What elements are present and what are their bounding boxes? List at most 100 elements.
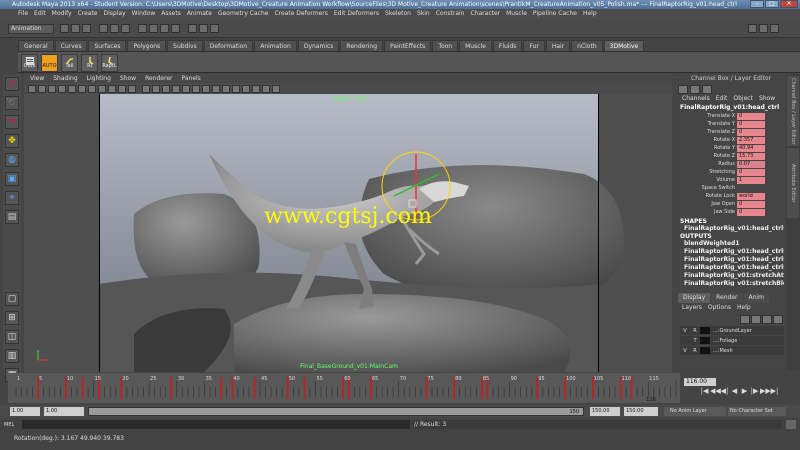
step-back-frame-icon[interactable]: ◀| <box>720 387 729 396</box>
new-layer-from-selection-icon[interactable] <box>773 315 783 324</box>
shape-node[interactable]: FinalRaptorRig_v01:head_ctrlS... <box>684 225 784 233</box>
shelf-button-auto[interactable]: AUTO <box>41 54 58 72</box>
shelf-tab-subdivs[interactable]: Subdivs <box>167 40 203 51</box>
select-tool-icon[interactable]: ➚ <box>5 77 19 91</box>
grid-toggle-icon[interactable] <box>68 84 76 93</box>
field-chart-icon[interactable] <box>108 84 116 93</box>
shelf-tab-3dmotive[interactable]: 3DMotive <box>603 40 645 51</box>
tab-anim[interactable]: Anim <box>743 293 769 303</box>
shelf-tab-polygons[interactable]: Polygons <box>127 40 167 51</box>
channel-row[interactable]: Rotate X 2.357 <box>680 137 784 145</box>
shelf-tab-fluids[interactable]: Fluids <box>492 40 523 51</box>
motion-blur-icon[interactable] <box>252 84 260 93</box>
step-forward-frame-icon[interactable]: |▶ <box>750 387 759 396</box>
shelf-tab-toon[interactable]: Toon <box>432 40 459 51</box>
layer-menu-help[interactable]: Help <box>737 304 751 312</box>
layer-display-type[interactable]: R <box>690 328 700 334</box>
shelf-tab-surfaces[interactable]: Surfaces <box>88 40 127 51</box>
viewport-menu-lighting[interactable]: Lighting <box>87 74 111 83</box>
select-component-icon[interactable] <box>121 24 130 33</box>
snap-curve-icon[interactable] <box>149 24 158 33</box>
channel-box-toggle-icon[interactable] <box>770 24 779 33</box>
layer-visibility[interactable]: V <box>680 328 690 334</box>
shelf-button-raptl[interactable]: RaptL <box>101 54 118 72</box>
shelf-tab-muscle[interactable]: Muscle <box>459 40 492 51</box>
new-empty-layer-icon[interactable] <box>762 315 772 324</box>
go-to-end-icon[interactable]: ▶| <box>770 387 779 396</box>
render-settings-icon[interactable] <box>210 24 219 33</box>
channel-value[interactable]: world <box>737 193 765 200</box>
textured-icon[interactable] <box>182 84 190 93</box>
menu-character[interactable]: Character <box>471 9 501 19</box>
shelf-tab-hair[interactable]: Hair <box>545 40 571 51</box>
ssao-icon[interactable] <box>242 84 250 93</box>
viewport-menu-show[interactable]: Show <box>120 74 136 83</box>
shelf-button-rl[interactable]: Rl <box>81 54 98 72</box>
camera-attributes-icon[interactable] <box>38 84 46 93</box>
shelf-tab-curves[interactable]: Curves <box>54 40 88 51</box>
cb-menu-object[interactable]: Object <box>733 94 753 103</box>
menu-set-dropdown[interactable]: Animation <box>8 24 54 34</box>
menu-skeleton[interactable]: Skeleton <box>385 9 411 19</box>
camera-select-icon[interactable] <box>28 84 36 93</box>
manipulator-tool-icon[interactable]: ⌖ <box>5 191 19 205</box>
shadows-icon[interactable] <box>202 84 210 93</box>
wireframe-on-shaded-icon[interactable] <box>172 84 180 93</box>
side-tab-channel-box[interactable]: Channel Box / Layer Editor <box>787 76 799 146</box>
current-time-field[interactable]: 116.00 <box>684 378 716 386</box>
lasso-tool-icon[interactable]: ➰ <box>5 96 19 110</box>
gate-mask-icon[interactable] <box>98 84 106 93</box>
channel-value[interactable]: 0 <box>737 209 765 216</box>
cb-menu-edit[interactable]: Edit <box>716 94 728 103</box>
render-icon[interactable] <box>188 24 197 33</box>
channel-value[interactable]: 2.357 <box>737 137 765 144</box>
layer-row[interactable]: V R ...:GroundLayer <box>680 326 784 335</box>
save-scene-icon[interactable] <box>82 24 91 33</box>
menu-help[interactable]: Help <box>583 9 597 19</box>
channel-value[interactable]: 0 <box>737 129 765 136</box>
layer-display-type[interactable]: R <box>690 348 700 354</box>
bookmarks-icon[interactable] <box>48 84 56 93</box>
rotate-tool-icon[interactable]: ◍ <box>5 153 19 167</box>
channel-row[interactable]: Jaw Side 0 <box>680 209 784 217</box>
shelf-tab-animation[interactable]: Animation <box>254 40 297 51</box>
menu-create[interactable]: Create <box>78 9 98 19</box>
animation-start-field[interactable]: 1.00 <box>10 407 40 416</box>
channel-value[interactable]: 0 <box>737 113 765 120</box>
menu-file[interactable]: File <box>18 9 28 19</box>
layer-menu-options[interactable]: Options <box>708 304 731 312</box>
menu-constrain[interactable]: Constrain <box>436 9 465 19</box>
channel-value[interactable]: 0 <box>737 121 765 128</box>
film-gate-icon[interactable] <box>78 84 86 93</box>
layer-row[interactable]: T ...:Foliage <box>680 336 784 345</box>
tab-render[interactable]: Render <box>711 293 743 303</box>
shelf-tab-deformation[interactable]: Deformation <box>203 40 254 51</box>
shelf-button-tail[interactable]: Tail <box>61 54 78 72</box>
menu-create-deformers[interactable]: Create Deformers <box>274 9 327 19</box>
side-tab-attribute-editor[interactable]: Attribute Editor <box>787 148 799 218</box>
shelf-tab-rendering[interactable]: Rendering <box>340 40 384 51</box>
time-slider[interactable]: 1 5 10 15 20 25 30 35 40 45 50 55 60 65 70 75 80 85 90 95 10… <box>8 373 680 403</box>
channel-row[interactable]: Rotate Y 40.94 <box>680 145 784 153</box>
step-back-key-icon[interactable]: ◀◀ <box>710 387 721 396</box>
selected-object-name[interactable]: FinalRaptorRig_v01:head_ctrl <box>680 104 784 112</box>
safe-title-icon[interactable] <box>128 84 136 93</box>
shelf-tab-fur[interactable]: Fur <box>523 40 545 51</box>
menu-edit[interactable]: Edit <box>34 9 46 19</box>
xray-joints-icon[interactable] <box>222 84 230 93</box>
menu-window[interactable]: Window <box>132 9 156 19</box>
open-scene-icon[interactable] <box>71 24 80 33</box>
move-tool-icon[interactable]: ✥ <box>5 134 19 148</box>
shelf-tab-painteffects[interactable]: PaintEffects <box>384 40 432 51</box>
channel-value[interactable]: 15.73 <box>737 153 765 160</box>
persp-outliner-layout-icon[interactable]: ▥ <box>5 349 19 363</box>
channel-row[interactable]: Translate Z0 <box>680 129 784 137</box>
menu-animate[interactable]: Animate <box>187 9 212 19</box>
output-node[interactable]: blendWeighted1 <box>684 240 784 248</box>
cb-menu-show[interactable]: Show <box>759 94 775 103</box>
flat-shade-icon[interactable] <box>162 84 170 93</box>
viewport-menu-panels[interactable]: Panels <box>181 74 200 83</box>
tool-settings-toggle-icon[interactable] <box>759 24 768 33</box>
channel-value[interactable]: 40.94 <box>737 145 765 152</box>
menu-edit-deformers[interactable]: Edit Deformers <box>334 9 379 19</box>
